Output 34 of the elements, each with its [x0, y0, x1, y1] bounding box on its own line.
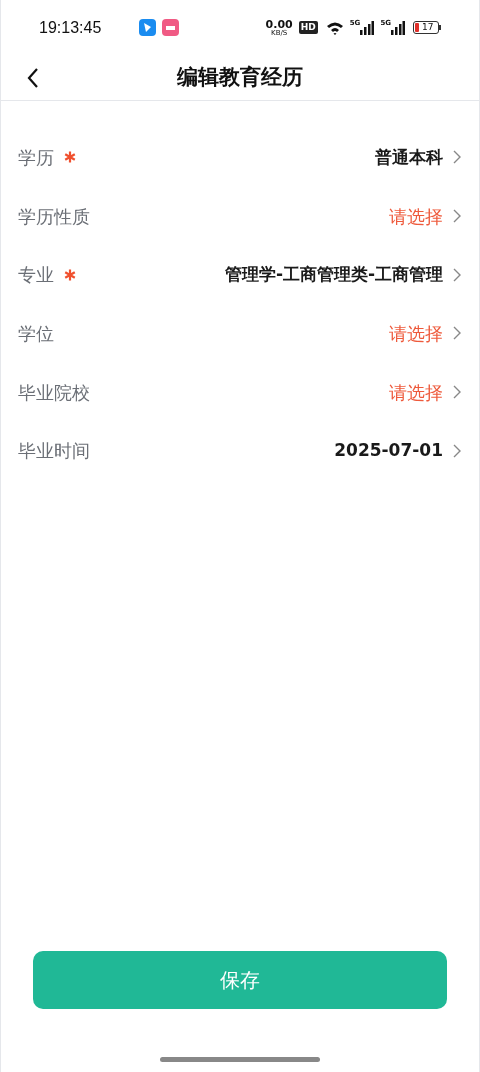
- chevron-right-icon: [453, 326, 461, 341]
- field-label: 学历: [18, 145, 54, 170]
- field-label: 专业: [18, 263, 54, 288]
- form-row[interactable]: 学历 普通本科: [1, 128, 479, 187]
- wifi-icon: [325, 20, 344, 35]
- battery-icon: 17: [413, 21, 441, 34]
- field-value: 2025-07-01: [334, 439, 443, 463]
- field-label: 学历性质: [18, 204, 90, 229]
- signal-icon: [391, 20, 405, 35]
- placeholder-text: 请选择: [389, 204, 443, 229]
- form-row[interactable]: 学位 请选择: [1, 304, 479, 363]
- field-value: 普通本科: [375, 145, 443, 169]
- field-label: 学位: [18, 321, 54, 346]
- field-value: 管理学-工商管理类-工商管理: [224, 262, 443, 286]
- chevron-right-icon: [453, 443, 461, 458]
- field-label: 毕业时间: [18, 439, 90, 464]
- chevron-right-icon: [453, 209, 461, 224]
- chevron-right-icon: [453, 150, 461, 165]
- form-row[interactable]: 毕业时间 2025-07-01: [1, 421, 479, 481]
- app-icon: [162, 19, 180, 36]
- status-time: 19:13:45: [39, 17, 102, 38]
- app-icon: [139, 19, 157, 36]
- placeholder-text: 请选择: [389, 380, 443, 405]
- page-title: 编辑教育经历: [177, 63, 303, 91]
- chevron-right-icon: [453, 385, 461, 400]
- form-row[interactable]: 毕业院校 请选择: [1, 362, 479, 422]
- field-label: 毕业院校: [18, 380, 90, 405]
- placeholder-text: 请选择: [389, 321, 443, 346]
- chevron-right-icon: [453, 267, 461, 282]
- signal-icon: [360, 20, 375, 35]
- form-row[interactable]: 学历性质 请选择: [1, 186, 479, 246]
- hd-badge: HD: [298, 21, 318, 34]
- form-row[interactable]: 专业 管理学-工商管理类-工商管理: [1, 245, 479, 305]
- network-speed: 0.00: [265, 18, 293, 30]
